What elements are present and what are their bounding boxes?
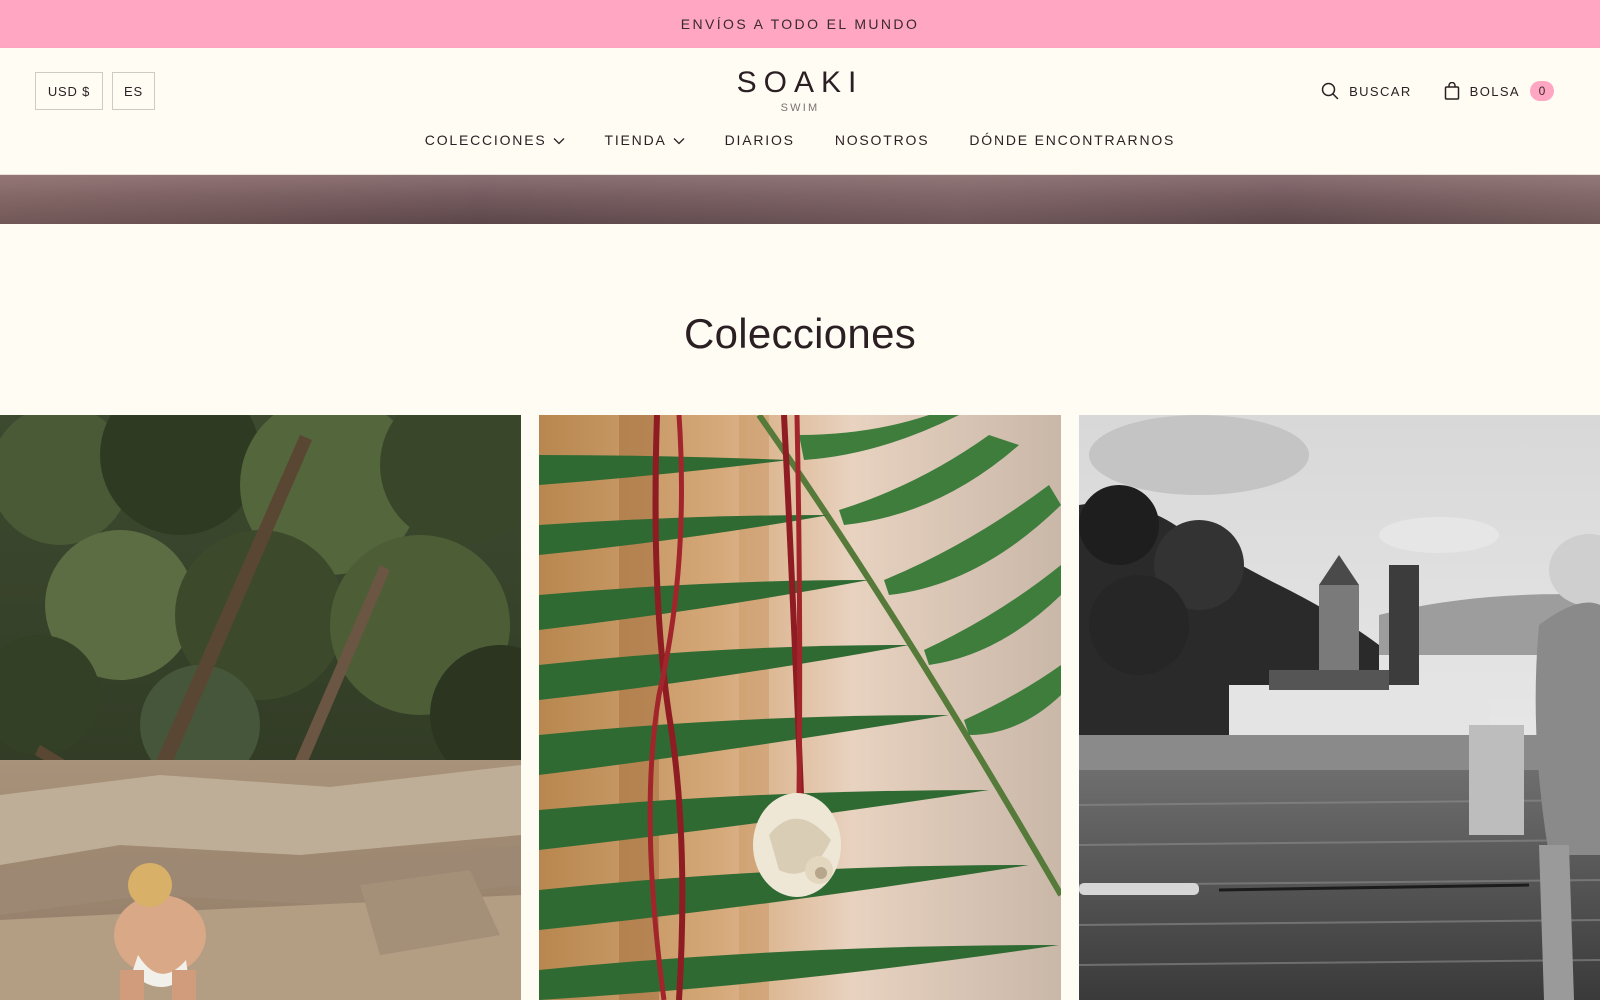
collection-image-lakeside: [1079, 415, 1600, 1000]
bag-button[interactable]: BOLSA 0: [1444, 81, 1554, 101]
collection-card-1[interactable]: [0, 415, 521, 1000]
shopping-bag-icon: [1444, 82, 1460, 100]
collection-image-riverbank: [0, 415, 521, 1000]
site-header: USD $ ES SOAKI SWIM BUSCAR BOLSA 0 COLEC…: [0, 48, 1600, 175]
nav-label: COLECCIONES: [424, 132, 547, 148]
nav-item-diarios[interactable]: DIARIOS: [725, 132, 795, 148]
nav-label: DIARIOS: [724, 132, 795, 148]
search-icon: [1321, 82, 1339, 100]
announcement-bar: ENVÍOS A TODO EL MUNDO: [0, 0, 1600, 48]
bag-count-badge: 0: [1530, 81, 1554, 101]
collection-card-3[interactable]: [1079, 415, 1600, 1000]
announcement-text: ENVÍOS A TODO EL MUNDO: [680, 16, 920, 32]
collection-card-2[interactable]: [539, 415, 1061, 1000]
bag-label: BOLSA: [1469, 83, 1520, 99]
logo-subtitle: SWIM: [780, 102, 820, 114]
main-nav: COLECCIONES TIENDA DIARIOS NOSOTROS DÓND…: [0, 132, 1600, 148]
nav-item-donde-encontrarnos[interactable]: DÓNDE ENCONTRARNOS: [969, 132, 1175, 148]
nav-label: DÓNDE ENCONTRARNOS: [969, 132, 1176, 148]
header-actions: BUSCAR BOLSA 0: [1321, 79, 1554, 103]
nav-item-colecciones[interactable]: COLECCIONES: [425, 132, 565, 148]
hero-banner-image: [0, 175, 1600, 224]
nav-label: NOSOTROS: [834, 132, 930, 148]
nav-label: TIENDA: [604, 132, 667, 148]
chevron-down-icon: [553, 132, 565, 148]
search-label: BUSCAR: [1349, 83, 1412, 99]
search-button[interactable]: BUSCAR: [1321, 82, 1412, 100]
nav-item-nosotros[interactable]: NOSOTROS: [835, 132, 930, 148]
nav-item-tienda[interactable]: TIENDA: [605, 132, 685, 148]
chevron-down-icon: [673, 132, 685, 148]
collection-image-shell-necklace: [539, 415, 1061, 1000]
collections-title: Colecciones: [683, 310, 917, 357]
